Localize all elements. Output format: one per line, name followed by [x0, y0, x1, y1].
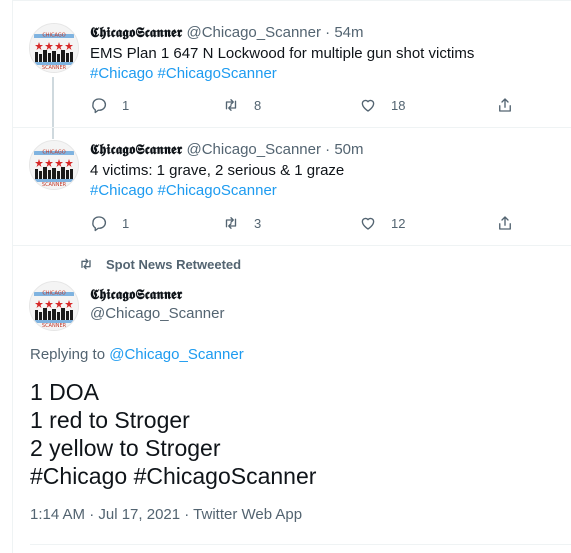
like-count: 18 — [391, 97, 406, 113]
retweet-count: 8 — [254, 97, 262, 113]
avatar[interactable]: CHICAGO SCANNER — [29, 23, 79, 73]
display-name[interactable]: 𝕮𝖍𝖎𝖈𝖆𝖌𝖔𝕾𝖈𝖆𝖓𝖓𝖊𝖗 — [90, 142, 182, 158]
separator: · — [325, 141, 331, 158]
tweet-text: EMS Plan 1 647 N Lockwood for multiple g… — [90, 45, 475, 62]
main-text-line: 1 red to Stroger — [30, 407, 190, 433]
tweet-text: 4 victims: 1 grave, 2 serious & 1 graze — [90, 162, 345, 179]
reply-count: 1 — [122, 215, 130, 231]
share-button[interactable] — [496, 96, 514, 114]
heart-icon — [361, 99, 375, 112]
handle[interactable]: @Chicago_Scanner — [187, 141, 321, 158]
main-display-name[interactable]: 𝕮𝖍𝖎𝖈𝖆𝖌𝖔𝕾𝖈𝖆𝖓𝖓𝖊𝖗 — [90, 286, 182, 304]
svg-text:CHICAGO: CHICAGO — [42, 33, 65, 39]
tweet-timestamp[interactable]: 1:14 AM · Jul 17, 2021 · Twitter Web App — [30, 506, 302, 523]
like-button[interactable]: 18 — [359, 96, 405, 114]
tweet-divider — [12, 127, 571, 128]
svg-text:CHICAGO: CHICAGO — [42, 150, 65, 156]
retweet-icon — [225, 99, 237, 111]
tweet-hashtags[interactable]: #Chicago #ChicagoScanner — [90, 181, 277, 201]
handle[interactable]: @Chicago_Scanner — [187, 24, 321, 41]
reply-button[interactable]: 1 — [90, 96, 129, 114]
svg-text:SCANNER: SCANNER — [42, 65, 67, 71]
heart-icon — [361, 217, 375, 230]
tweet-time[interactable]: 54m — [334, 24, 363, 41]
svg-text:SCANNER: SCANNER — [42, 182, 67, 188]
main-text-line: 1 DOA — [30, 379, 100, 405]
thread-connector — [52, 77, 54, 134]
bottom-divider — [30, 544, 571, 545]
share-button[interactable] — [496, 214, 514, 232]
column-border — [12, 0, 13, 553]
chicago-logo-icon: CHICAGO SCANNER — [30, 24, 78, 72]
share-icon — [499, 216, 511, 230]
reply-icon — [92, 216, 107, 232]
retweet-icon — [225, 217, 237, 229]
reply-button[interactable]: 1 — [90, 214, 129, 232]
like-count: 12 — [391, 215, 406, 231]
avatar[interactable]: CHICAGO SCANNER — [29, 281, 79, 331]
retweeted-by[interactable]: Spot News Retweeted — [78, 256, 241, 272]
tweet-thread: CHICAGO SCANNER 𝕮𝖍𝖎𝖈𝖆𝖌𝖔𝕾𝖈𝖆𝖓𝖓𝖊𝖗 @Chicago_… — [0, 0, 571, 553]
main-hashtags[interactable]: #Chicago #ChicagoScanner — [30, 462, 316, 490]
reply-icon — [92, 98, 107, 114]
retweeted-label: Spot News Retweeted — [106, 256, 242, 272]
share-icon — [499, 98, 511, 112]
retweet-button[interactable]: 8 — [222, 96, 261, 114]
avatar[interactable]: CHICAGO SCANNER — [29, 140, 79, 190]
replying-prefix: Replying to — [30, 346, 110, 363]
retweet-count: 3 — [254, 215, 262, 231]
tweet-header: 𝕮𝖍𝖎𝖈𝖆𝖌𝖔𝕾𝖈𝖆𝖓𝖓𝖊𝖗 @Chicago_Scanner · 54m — [90, 24, 364, 41]
thread-connector — [52, 128, 54, 139]
main-text-line: 2 yellow to Stroger — [30, 435, 221, 461]
retweet-button[interactable]: 3 — [222, 214, 261, 232]
tweet-hashtags[interactable]: #Chicago #ChicagoScanner — [90, 64, 277, 84]
main-handle[interactable]: @Chicago_Scanner — [90, 305, 224, 322]
separator: · — [325, 24, 331, 41]
tweet-divider — [12, 245, 571, 246]
svg-text:CHICAGO: CHICAGO — [42, 291, 65, 297]
display-name[interactable]: 𝕮𝖍𝖎𝖈𝖆𝖌𝖔𝕾𝖈𝖆𝖓𝖓𝖊𝖗 — [90, 25, 182, 41]
reply-count: 1 — [122, 97, 130, 113]
svg-text:SCANNER: SCANNER — [42, 323, 67, 329]
like-button[interactable]: 12 — [359, 214, 405, 232]
tweet-time[interactable]: 50m — [334, 141, 363, 158]
retweet-icon — [81, 258, 91, 270]
chicago-logo-icon: CHICAGO SCANNER — [30, 141, 78, 189]
replying-to-link[interactable]: @Chicago_Scanner — [109, 346, 243, 363]
replying-to: Replying to @Chicago_Scanner — [30, 346, 244, 363]
display-name[interactable]: 𝕮𝖍𝖎𝖈𝖆𝖌𝖔𝕾𝖈𝖆𝖓𝖓𝖊𝖗 — [90, 287, 182, 303]
top-divider — [12, 0, 571, 1]
tweet-header: 𝕮𝖍𝖎𝖈𝖆𝖌𝖔𝕾𝖈𝖆𝖓𝖓𝖊𝖗 @Chicago_Scanner · 50m — [90, 141, 364, 158]
chicago-logo-icon: CHICAGO SCANNER — [30, 282, 78, 330]
